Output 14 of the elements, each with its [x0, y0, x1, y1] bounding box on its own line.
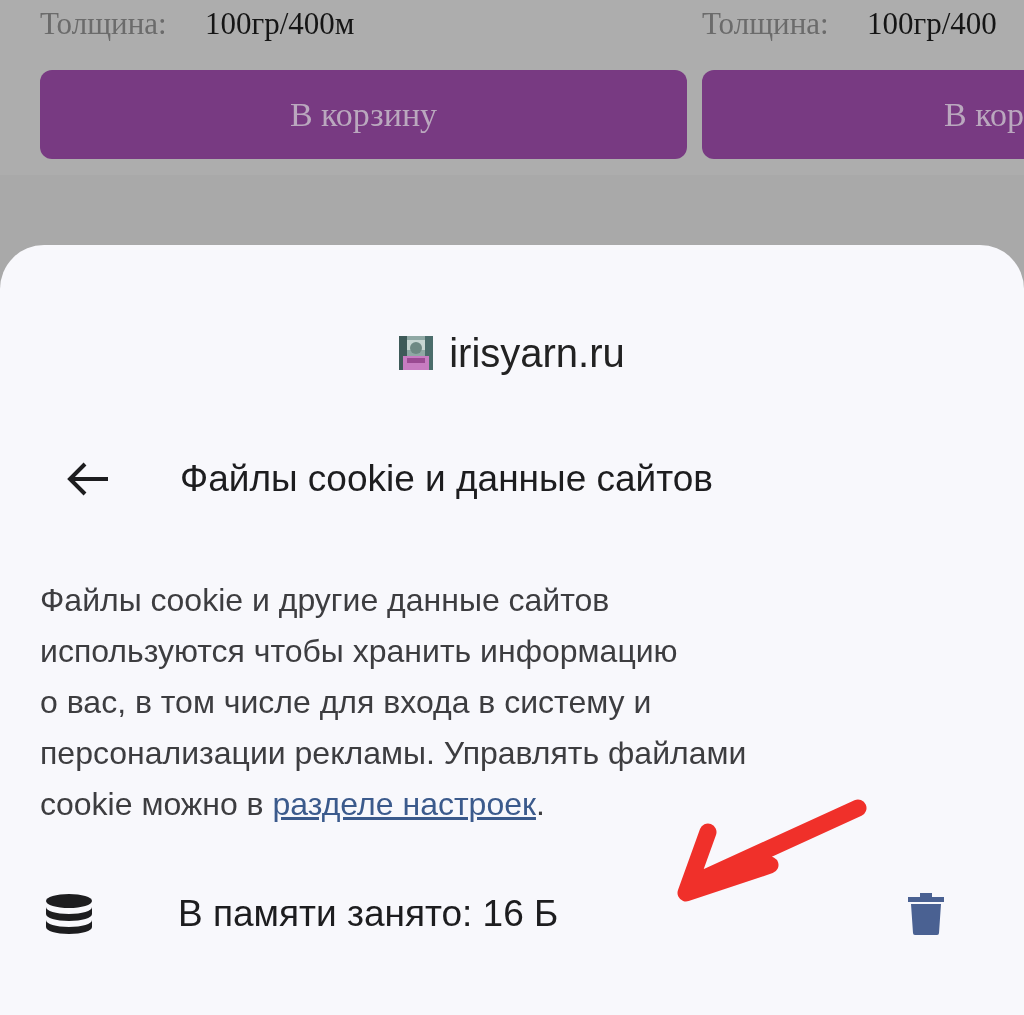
thickness-value: 100гр/400 [867, 6, 997, 41]
database-icon [46, 894, 92, 935]
back-button[interactable] [66, 462, 110, 497]
settings-link[interactable]: разделе настроек [272, 786, 536, 823]
add-to-cart-button[interactable]: В кор [702, 70, 1024, 159]
thickness-label: Толщина: [40, 8, 168, 39]
thickness-value: 100гр/400м [205, 6, 355, 41]
site-domain: irisyarn.ru [449, 330, 625, 377]
thickness-label: Толщина: [702, 8, 830, 39]
delete-button[interactable] [908, 893, 944, 936]
add-to-cart-button[interactable]: В корзину [40, 70, 687, 159]
description-text: Файлы cookie и другие данные сайтов используются чтобы хранить информацию о вас, в том числе для входа в систему и персонализации рекламы. Управлять файлами cookie можно в разделе настроек. [39, 581, 748, 825]
dialog-title: Файлы cookie и данные сайтов [180, 457, 713, 501]
storage-usage: В памяти занято: 16 Б [178, 892, 560, 937]
